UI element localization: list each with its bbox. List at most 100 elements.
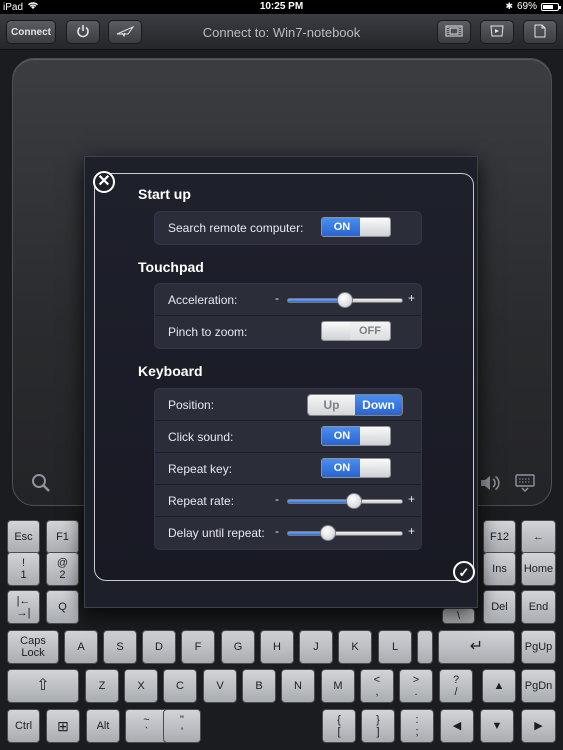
slider-plus: +	[407, 524, 415, 538]
position-option-up[interactable]: Up	[308, 395, 355, 415]
key-slash[interactable]: ? /	[439, 669, 473, 703]
key-arrow-down[interactable]: ▼	[480, 709, 514, 743]
repeat-rate-label: Repeat rate:	[168, 494, 235, 508]
section-title-startup: Start up	[138, 186, 191, 202]
film-button[interactable]	[437, 20, 471, 44]
key-comma[interactable]: < ,	[360, 669, 394, 703]
key-ins[interactable]: Ins	[483, 552, 516, 586]
connection-title: Connect to: Win7-notebook	[202, 25, 361, 40]
confirm-button[interactable]: ✓	[453, 561, 475, 583]
repeat-key-switch[interactable]: ON	[321, 458, 391, 478]
switch-state-label: ON	[322, 459, 362, 477]
key-d[interactable]: D	[142, 630, 176, 664]
section-title-keyboard: Keyboard	[138, 363, 203, 379]
key-f1[interactable]: F1	[46, 520, 79, 554]
key-x[interactable]: X	[124, 669, 158, 703]
key-windows[interactable]: ⊞	[46, 709, 80, 743]
key-a[interactable]: A	[64, 630, 98, 664]
row-delay-repeat: Delay until repeat: - +	[155, 517, 421, 549]
key-esc[interactable]: Esc	[7, 520, 40, 554]
key-v[interactable]: V	[203, 669, 237, 703]
key-ctrl[interactable]: Ctrl	[7, 709, 40, 743]
acceleration-slider[interactable]: - +	[275, 290, 415, 310]
slider-thumb[interactable]	[346, 493, 363, 509]
bluetooth-icon: ✱	[505, 1, 513, 11]
pinch-zoom-switch[interactable]: OFF	[321, 321, 391, 341]
key-tab[interactable]: |← →|	[7, 590, 40, 624]
key-k[interactable]: K	[338, 630, 372, 664]
row-acceleration: Acceleration: - +	[155, 284, 421, 316]
section-title-touchpad: Touchpad	[138, 259, 204, 275]
position-option-down[interactable]: Down	[355, 395, 402, 415]
slider-minus: -	[275, 291, 279, 305]
key-1[interactable]: ! 1	[7, 552, 40, 586]
pinch-zoom-label: Pinch to zoom:	[168, 325, 248, 339]
search-icon[interactable]	[31, 473, 51, 499]
status-time: 10:25 PM	[259, 1, 304, 12]
switch-knob	[360, 427, 390, 445]
key-l[interactable]: L	[378, 630, 412, 664]
switch-state-label: OFF	[350, 322, 390, 340]
key-enter[interactable]: ↵	[438, 630, 515, 664]
battery-fill	[543, 4, 553, 9]
key-alt[interactable]: Alt	[86, 709, 120, 743]
slider-thumb[interactable]	[319, 525, 336, 541]
key-quote[interactable]: " '	[163, 709, 201, 743]
key-c[interactable]: C	[163, 669, 197, 703]
key-bracket-right[interactable]: } ]	[361, 709, 395, 743]
keyboard-icon[interactable]	[515, 473, 535, 499]
key-bracket-left[interactable]: { [	[322, 709, 356, 743]
key-arrow-right[interactable]: ▶	[521, 709, 556, 743]
app-root: iPad 10:25 PM ✱ 69% Connect Connect to: …	[0, 0, 563, 750]
repeat-rate-slider[interactable]: - +	[275, 491, 415, 511]
slider-plus: +	[407, 291, 415, 305]
key-b[interactable]: B	[242, 669, 276, 703]
key-del[interactable]: Del	[483, 590, 516, 624]
key-pgdn[interactable]: PgDn	[521, 669, 556, 703]
group-startup: Search remote computer: ON	[154, 211, 422, 245]
click-sound-switch[interactable]: ON	[321, 426, 391, 446]
key-home[interactable]: Home	[521, 552, 556, 586]
status-bar: iPad 10:25 PM ✱ 69%	[0, 0, 563, 14]
status-right: ✱ 69%	[505, 1, 561, 12]
key-q[interactable]: Q	[46, 590, 79, 624]
key-2[interactable]: @ 2	[46, 552, 79, 586]
switch-state-label: ON	[322, 427, 362, 445]
key-m[interactable]: M	[321, 669, 355, 703]
key-arrow-up[interactable]: ▲	[482, 669, 516, 703]
key-end[interactable]: End	[521, 590, 556, 624]
acceleration-label: Acceleration:	[168, 293, 238, 307]
slider-thumb[interactable]	[337, 292, 353, 308]
slider-plus: +	[407, 492, 415, 506]
key-j[interactable]: J	[299, 630, 333, 664]
key-f12[interactable]: F12	[483, 520, 516, 554]
key-f[interactable]: F	[181, 630, 215, 664]
key-semicolon-partial[interactable]	[417, 630, 433, 664]
row-position: Position: Up Down	[155, 389, 421, 421]
key-caps-lock[interactable]: Caps Lock	[7, 630, 59, 664]
key-tilde[interactable]: ~ `	[125, 709, 168, 743]
volume-icon[interactable]	[479, 473, 501, 499]
key-s[interactable]: S	[103, 630, 137, 664]
key-colon[interactable]: : ;	[400, 709, 434, 743]
search-remote-switch[interactable]: ON	[321, 217, 391, 237]
key-arrow-left[interactable]: ◀	[440, 709, 474, 743]
key-z[interactable]: Z	[85, 669, 119, 703]
film-icon	[445, 25, 463, 40]
presentation-button[interactable]	[480, 20, 514, 44]
key-pgup[interactable]: PgUp	[521, 630, 556, 664]
key-backspace[interactable]: ←	[521, 520, 556, 554]
row-search-remote: Search remote computer: ON	[155, 212, 421, 244]
document-button[interactable]	[523, 20, 557, 44]
slider-minus: -	[275, 524, 279, 538]
key-g[interactable]: G	[221, 630, 255, 664]
group-touchpad: Acceleration: - + Pinch to zoom: OFF	[154, 283, 422, 349]
key-n[interactable]: N	[281, 669, 315, 703]
key-backslash[interactable]: \	[442, 608, 475, 624]
position-label: Position:	[168, 398, 215, 412]
key-h[interactable]: H	[260, 630, 294, 664]
key-shift[interactable]: ⇧	[7, 669, 79, 703]
key-period[interactable]: > .	[399, 669, 433, 703]
delay-repeat-slider[interactable]: - +	[275, 523, 415, 543]
close-button[interactable]: ✕	[93, 171, 115, 193]
